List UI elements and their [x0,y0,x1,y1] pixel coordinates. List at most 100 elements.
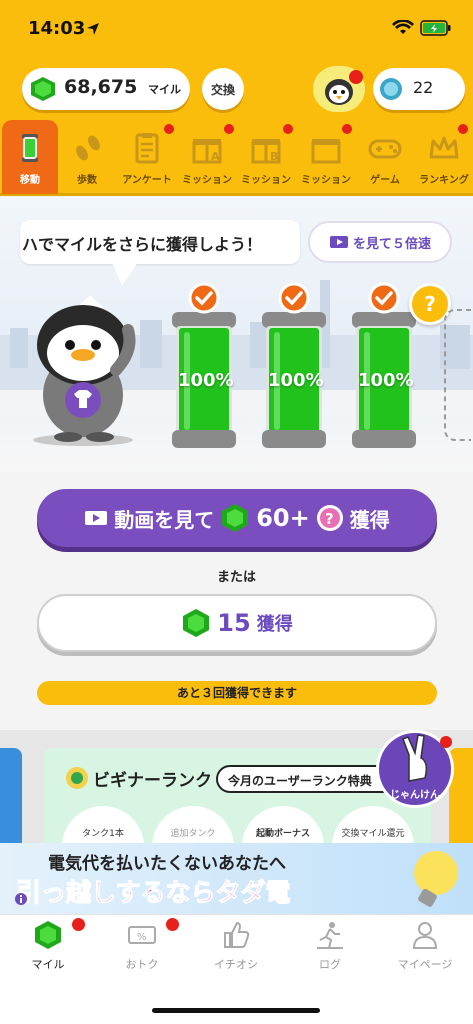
nav-label: ミッション [301,175,351,186]
speech-bubble-tail [112,262,138,286]
nav-item-move[interactable]: 移動 [2,120,58,194]
check-badge-circle [278,282,310,314]
speed-up-button[interactable]: を見て５倍速 [308,221,452,263]
nav-label: アンケート [122,175,172,186]
tank-2 [262,282,326,448]
coin-count: 22 [413,78,434,97]
tank-percent-2: 100% [268,370,324,391]
tank-cap-bottom [172,430,236,448]
nav-label: ゲーム [370,175,400,186]
status-time: 14:03 [28,18,86,39]
gift-b-icon: B [251,139,281,164]
ad-headline: 電気代を払いたくないあなたへ [48,854,286,874]
rank-benefit-label: 起動ボーナス [255,829,310,839]
tank-percent-3: 100% [358,370,414,391]
check-badge-icon [278,282,310,314]
penguin-mascot [33,305,136,446]
rank-benefit-label: タンク1本 [82,829,124,839]
svg-text:A: A [211,150,220,163]
nav-label: 移動 [20,175,40,186]
coin-icon [380,78,402,100]
tab-label: ログ [319,958,341,971]
tab-recommend[interactable]: イチオシ [196,920,276,972]
tank-cap-top [352,312,416,328]
check-badge-circle [368,282,400,314]
notification-dot [166,918,179,931]
ad-tagline: 引っ越しするならタダ電 [16,878,292,908]
check-badge-icon [368,282,400,314]
home-indicator [152,1008,320,1013]
gift-game-icon [311,139,341,164]
speech-bubble: ハでマイルをさらに獲得しよう！ [20,220,300,264]
tank-cap-bottom [262,430,326,448]
video-button-suffix: 獲得 [349,507,390,532]
check-badge-icon [188,282,220,314]
gamepad-icon [368,139,402,159]
location-arrow-icon [87,23,99,35]
svg-text:%: % [137,932,147,943]
tab-mypage[interactable]: マイページ [385,920,465,972]
footprints-icon [76,135,100,161]
notification-dot [440,736,452,748]
claim-suffix: 獲得 [256,614,293,635]
tab-label: おトク [125,958,159,971]
tank-icon [22,134,38,162]
runner-icon [317,922,343,949]
claim-miles-button[interactable]: 15 獲得 [37,594,437,652]
rank-emblem-icon [66,767,88,789]
thumbs-up-icon [224,921,250,948]
wifi-icon [392,20,414,34]
gem-icon [183,609,210,637]
check-badge-circle [188,282,220,314]
rank-benefit-label: 追加タンク [170,829,216,839]
video-button-text: 動画を見て [114,507,215,532]
nav-label: ミッション [241,175,291,186]
notification-dot [224,124,234,134]
coupon-icon: % [128,926,156,944]
notification-dot [72,918,85,931]
nav-label: ランキング [419,175,469,186]
tab-log[interactable]: ログ [290,920,370,972]
gift-a-icon: A [192,139,222,164]
rank-title: ビギナーランク [93,771,212,791]
remaining-claims-banner: あと３回獲得できます [37,681,437,705]
speed-up-label: を見て５倍速 [352,236,431,252]
tank-cap-top [172,312,236,328]
gem-icon [222,504,249,532]
tank-percent-1: 100% [178,370,234,391]
or-label: または [216,570,256,585]
battery-icon [420,20,451,36]
claim-amount: 15 [217,609,251,637]
tab-label: イチオシ [214,958,258,971]
exchange-button[interactable]: 交換 [202,68,244,110]
avatar-notification-dot [349,70,363,84]
gem-icon [31,77,55,101]
nav-label: ミッション [182,175,232,186]
svg-text:B: B [270,150,278,163]
notification-dot [164,124,174,134]
nav-item-steps[interactable]: 歩数 [59,120,115,194]
notification-dot [342,124,352,134]
nav-label: 歩数 [77,175,97,186]
ad-info-icon[interactable] [14,892,28,906]
tank-1 [172,282,236,448]
gem-icon [35,921,61,949]
miles-unit: マイル [148,83,181,96]
video-icon [329,236,348,248]
hidden-tank-outline [444,309,471,441]
tab-label: マイル [31,958,65,971]
notification-dot [283,124,293,134]
rank-benefit-label: 交換マイル還元 [341,829,405,839]
miles-value: 68,675 [64,76,138,98]
tank-cap-top [262,312,326,328]
tank-3 [352,282,416,448]
video-button-amount: 60+ [256,504,310,532]
light-bulb-icon [414,851,458,907]
nav-item-game[interactable]: ゲーム [357,120,413,194]
tank-cap-bottom [352,430,416,448]
crown-icon [429,136,459,159]
person-icon [412,922,438,949]
watch-video-button[interactable]: 動画を見て 60+ ? 獲得 [37,489,437,547]
svg-text:?: ? [325,510,334,528]
video-icon [85,511,108,525]
